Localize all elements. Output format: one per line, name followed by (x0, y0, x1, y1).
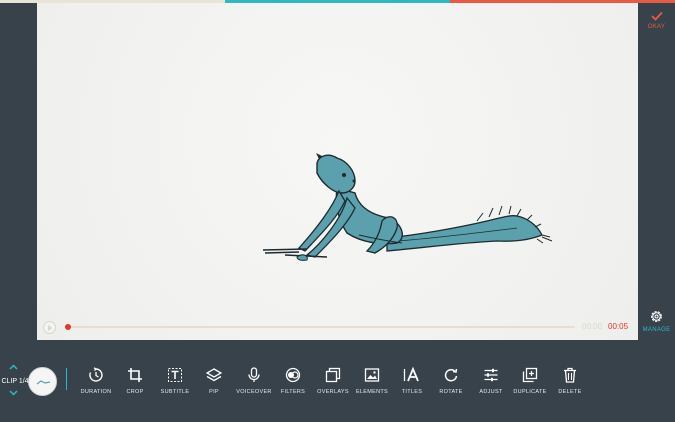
tool-label: CROP (126, 389, 144, 395)
toolbar-divider (66, 368, 67, 390)
tool-rotate[interactable]: ROTATE (429, 366, 473, 395)
tool-label: DUPLICATE (513, 389, 547, 395)
total-time: 00:05 (608, 322, 629, 331)
left-margin (0, 3, 37, 340)
okay-label: OKAY (647, 24, 666, 30)
squirrel-illustration (262, 153, 553, 261)
tool-duration[interactable]: DURATION (74, 366, 118, 395)
tool-adjust[interactable]: ADJUST (469, 366, 513, 395)
current-time: 00:00 (582, 322, 603, 331)
timeline-track[interactable] (67, 326, 575, 328)
timeline-knob[interactable] (65, 324, 71, 330)
microphone-icon (232, 366, 276, 384)
tool-pip[interactable]: PIP (192, 366, 236, 395)
tool-delete[interactable]: DELETE (548, 366, 592, 395)
layers-icon (192, 366, 236, 384)
text-icon (390, 366, 434, 384)
trash-icon (548, 366, 592, 384)
tool-label: PIP (209, 389, 219, 395)
tool-label: DURATION (80, 389, 112, 395)
subtitle-icon (153, 366, 197, 384)
tool-label: FILTERS (280, 389, 306, 395)
right-panel: OKAY MANAGE (638, 3, 675, 340)
tool-label: ADJUST (479, 389, 503, 395)
crop-icon (113, 366, 157, 384)
check-icon (650, 11, 663, 21)
tool-titles[interactable]: TITLES (390, 366, 434, 395)
tool-label: TITLES (401, 389, 423, 395)
video-preview[interactable] (37, 3, 638, 340)
tool-filters[interactable]: FILTERS (271, 366, 315, 395)
chevron-down-icon[interactable] (9, 390, 18, 399)
timer-icon (74, 366, 118, 384)
filters-icon (271, 366, 315, 384)
duplicate-icon (508, 366, 552, 384)
manage-label: MANAGE (642, 327, 671, 333)
image-icon (350, 366, 394, 384)
clip-thumbnail[interactable] (28, 367, 57, 396)
tool-duplicate[interactable]: DUPLICATE (508, 366, 552, 395)
tool-label: ROTATE (439, 389, 463, 395)
tool-label: VOICEOVER (236, 389, 272, 395)
editor-toolbar: CLIP 1/4 DURATION CROP SUBTITLE PIP VOIC… (0, 340, 675, 422)
tool-elements[interactable]: ELEMENTS (350, 366, 394, 395)
playback-bar: 00:00 00:05 (37, 316, 638, 338)
clip-navigator: CLIP 1/4 (0, 362, 29, 402)
tool-label: ELEMENTS (355, 389, 389, 395)
tool-label: DELETE (558, 389, 582, 395)
tool-voiceover[interactable]: VOICEOVER (232, 366, 276, 395)
tool-overlays[interactable]: OVERLAYS (311, 366, 355, 395)
tool-label: OVERLAYS (317, 389, 349, 395)
chevron-up-icon[interactable] (9, 364, 18, 373)
rotate-icon (429, 366, 473, 384)
manage-button[interactable]: MANAGE (638, 309, 675, 333)
thumbnail-sketch (36, 380, 51, 385)
clip-counter: CLIP 1/4 (1, 378, 29, 385)
tool-subtitle[interactable]: SUBTITLE (153, 366, 197, 395)
play-button[interactable] (43, 321, 56, 334)
sliders-icon (469, 366, 513, 384)
tool-crop[interactable]: CROP (113, 366, 157, 395)
overlays-icon (311, 366, 355, 384)
tool-label: SUBTITLE (160, 389, 190, 395)
okay-button[interactable]: OKAY (638, 11, 675, 30)
gear-icon (651, 311, 662, 322)
